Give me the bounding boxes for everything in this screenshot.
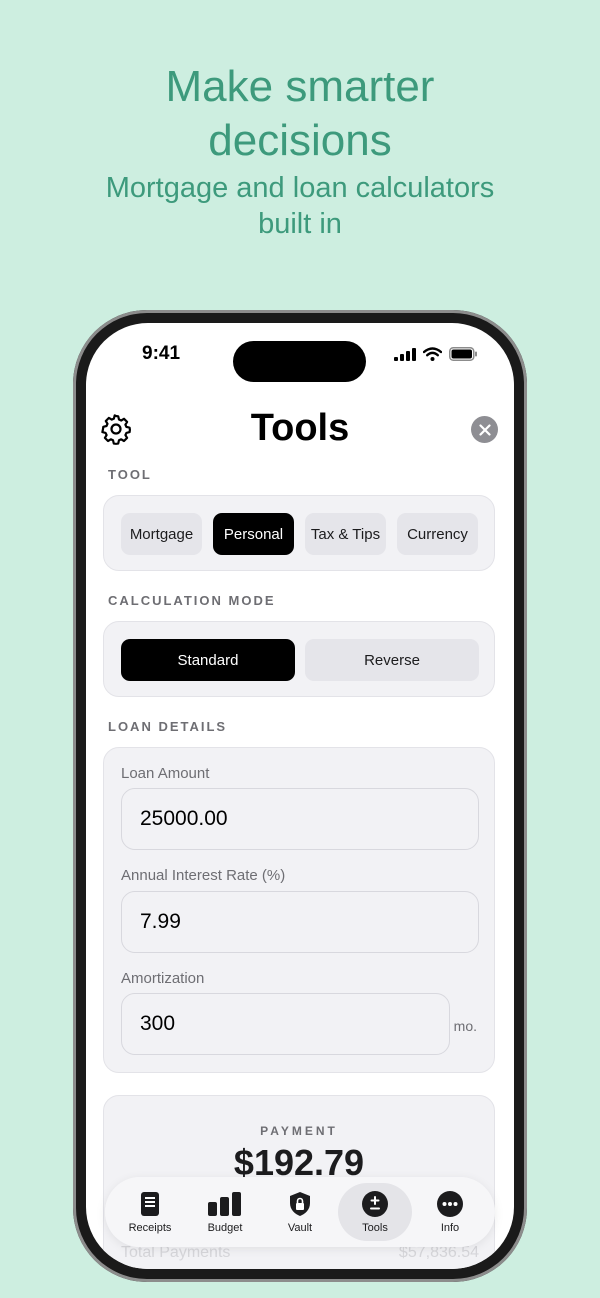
close-button[interactable] [471,416,498,443]
close-icon [478,423,491,436]
marketing-subheadline: Mortgage and loan calculators built in [0,170,600,242]
mode-selector: Standard Reverse [103,621,495,697]
tab-info[interactable]: Info [413,1183,487,1241]
amortization-unit: mo. [453,1018,477,1034]
tool-option-tax-tips[interactable]: Tax & Tips [305,513,386,555]
payment-label: PAYMENT [260,1124,338,1138]
tool-section-label: TOOL [108,467,152,482]
mode-option-standard[interactable]: Standard [121,639,295,681]
tab-info-label: Info [440,1221,460,1234]
tab-tools[interactable]: Tools [338,1183,412,1241]
mode-option-reverse[interactable]: Reverse [305,639,479,681]
tab-budget-label: Budget [207,1221,243,1234]
more-icon [437,1190,463,1217]
phone-screen: 9:41 Tools TOOL Mortgage Personal Tax & … [86,323,514,1269]
tool-option-currency[interactable]: Currency [397,513,478,555]
bar-chart-icon [208,1191,241,1216]
receipt-icon [141,1191,159,1216]
cellular-signal-icon [394,347,416,361]
tool-selector: Mortgage Personal Tax & Tips Currency [103,495,495,571]
tab-vault[interactable]: Vault [263,1183,337,1241]
interest-rate-label: Annual Interest Rate (%) [121,867,286,884]
status-icons [394,347,478,361]
wifi-icon [423,347,442,361]
amortization-label: Amortization [121,970,205,987]
loan-section-label: LOAN DETAILS [108,719,228,734]
interest-rate-input[interactable]: 7.99 [121,891,479,953]
tool-option-personal[interactable]: Personal [213,513,294,555]
battery-icon [449,347,477,361]
loan-amount-input[interactable]: 25000.00 [121,788,479,850]
tab-vault-label: Vault [287,1221,313,1234]
mode-section-label: CALCULATION MODE [108,593,276,608]
plus-minus-icon [362,1190,388,1217]
tab-receipts[interactable]: Receipts [113,1183,187,1241]
lock-shield-icon [290,1191,310,1216]
dynamic-island [233,341,366,382]
tool-option-mortgage[interactable]: Mortgage [121,513,202,555]
subheadline-line: Mortgage and loan calculators built in [105,172,495,240]
amortization-input[interactable]: 300 [121,993,450,1055]
status-time: 9:41 [142,343,181,364]
tab-budget[interactable]: Budget [188,1183,262,1241]
page-title: Tools [250,407,350,449]
marketing-headline: Make smarter decisions [0,60,600,168]
headline-line: Make smarter decisions [165,62,435,165]
tab-tools-label: Tools [362,1221,388,1234]
loan-amount-label: Loan Amount [121,765,210,782]
loan-details-card: Loan Amount 25000.00 Annual Interest Rat… [103,747,495,1073]
tab-receipts-label: Receipts [128,1221,172,1234]
tab-bar: Receipts Budget Vault Tools Info [105,1177,495,1247]
